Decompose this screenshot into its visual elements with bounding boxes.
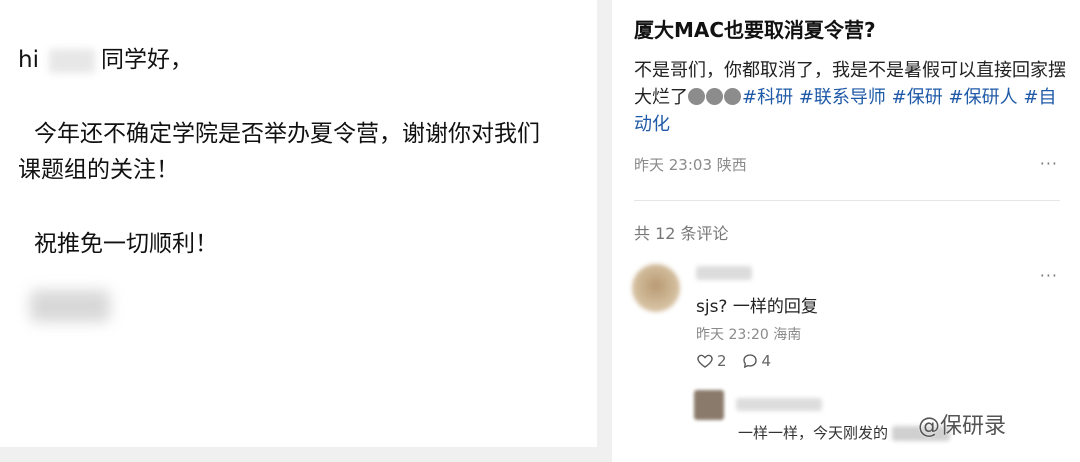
reply-count: 4 xyxy=(761,352,772,370)
redacted-name xyxy=(48,48,95,73)
comment-text: sjs? 一样的回复 xyxy=(696,297,818,317)
chat-bubble-icon xyxy=(742,354,757,369)
commenter-avatar[interactable] xyxy=(632,264,680,312)
comment-count: 共 12 条评论 xyxy=(634,224,729,243)
poop-emoji-icon xyxy=(724,88,741,105)
like-count: 2 xyxy=(717,352,727,370)
email-body-line1: 今年还不确定学院是否举办夏令营，谢谢你对我们 xyxy=(34,121,540,147)
watermark: @保研录 xyxy=(918,414,1007,439)
forum-post-panel: 厦大MAC也要取消夏令营? 不是哥们，你都取消了，我是不是暑假可以直接回家摆大烂… xyxy=(612,0,1080,462)
replier-name-redacted xyxy=(736,398,822,411)
bottom-margin xyxy=(0,448,597,462)
greeting-hi: hi xyxy=(18,47,39,73)
post-more-icon[interactable]: ··· xyxy=(1040,154,1058,173)
poop-emoji-icon xyxy=(688,88,705,105)
poop-emoji-icon xyxy=(706,88,723,105)
comment-time-location: 昨天 23:20 海南 xyxy=(696,327,802,343)
redacted-signature xyxy=(30,290,110,322)
replier-avatar[interactable] xyxy=(694,390,724,420)
heart-icon xyxy=(697,354,713,368)
reply-button[interactable]: 4 xyxy=(741,352,772,370)
email-body-line2: 课题组的关注！ xyxy=(18,157,179,183)
comment-more-icon[interactable]: ··· xyxy=(1040,266,1058,285)
post-time-location: 昨天 23:03 陕西 xyxy=(634,156,747,174)
reply-text-content: 一样一样，今天刚发的 xyxy=(738,424,889,442)
email-closing: 祝推免一切顺利！ xyxy=(34,231,218,257)
commenter-name-redacted xyxy=(696,266,752,280)
like-button[interactable]: 2 xyxy=(696,352,727,370)
comment-actions: 2 4 xyxy=(696,352,771,370)
tag-research[interactable]: #科研 xyxy=(742,87,793,108)
greeting-rest: 同学好， xyxy=(100,47,193,73)
post-body: 不是哥们，你都取消了，我是不是暑假可以直接回家摆大烂了 #科研 #联系导师 #保研… xyxy=(634,57,1070,138)
divider xyxy=(634,200,1060,201)
tag-contact-advisor[interactable]: #联系导师 xyxy=(799,87,886,108)
email-greeting: hi 同学好， xyxy=(18,40,193,74)
email-screenshot: hi 同学好， 今年还不确定学院是否举办夏令营，谢谢你对我们 课题组的关注！ 祝推… xyxy=(0,0,597,447)
post-title: 厦大MAC也要取消夏令营? xyxy=(634,18,876,42)
tag-baoyan-person[interactable]: #保研人 xyxy=(948,87,1017,108)
tag-baoyan[interactable]: #保研 xyxy=(892,87,943,108)
